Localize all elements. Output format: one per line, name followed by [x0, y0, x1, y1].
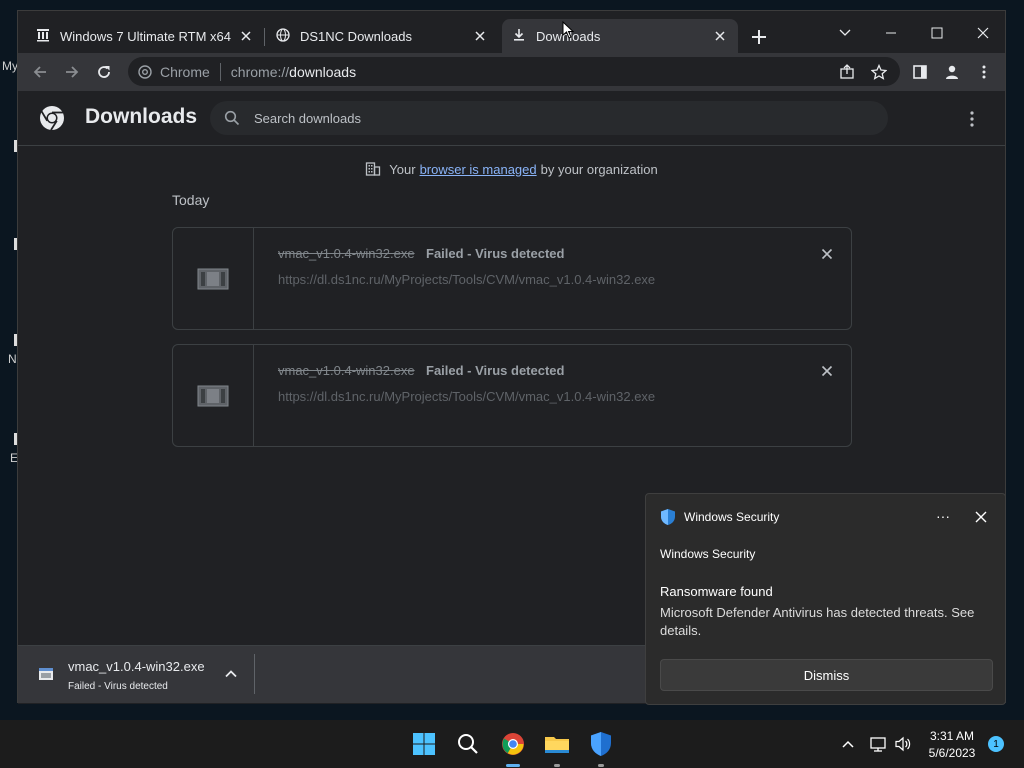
- remove-download-icon[interactable]: [819, 246, 835, 262]
- chrome-icon: [138, 64, 152, 79]
- notification-badge[interactable]: 1: [988, 736, 1004, 752]
- remove-download-icon[interactable]: [819, 363, 835, 379]
- search-downloads-box[interactable]: [210, 101, 888, 135]
- file-explorer-icon[interactable]: [542, 729, 572, 759]
- download-status: Failed - Virus detected: [426, 246, 565, 261]
- chevron-up-icon[interactable]: [223, 666, 239, 682]
- side-panel-icon[interactable]: [910, 62, 930, 82]
- explorer-running-indicator: [554, 764, 560, 767]
- tab-close-icon[interactable]: [472, 28, 488, 44]
- chrome-menu-icon[interactable]: [974, 62, 994, 82]
- shield-icon: [660, 508, 676, 526]
- managed-prefix: Your: [389, 161, 416, 177]
- clock-date: 5/6/2023: [928, 746, 976, 760]
- tab-downloads[interactable]: Downloads: [502, 19, 738, 53]
- desktop-icon-label: My: [2, 59, 18, 73]
- close-window-button[interactable]: [971, 21, 995, 45]
- tab-close-icon[interactable]: [238, 28, 254, 44]
- download-icon: [512, 28, 526, 45]
- chrome-taskbar-icon[interactable]: [498, 729, 528, 759]
- taskbar-clock[interactable]: 3:31 AM 5/6/2023: [922, 728, 982, 762]
- tab-title: DS1NC Downloads: [300, 28, 412, 44]
- tab-title: Windows 7 Ultimate RTM x64 : M: [60, 28, 232, 44]
- windows-security-toast: Windows Security ··· Windows Security Ra…: [645, 493, 1006, 705]
- mouse-cursor-icon: [562, 20, 575, 39]
- executable-file-icon: [38, 666, 54, 682]
- chrome-running-indicator: [506, 764, 520, 767]
- tab-divider: [264, 28, 265, 46]
- building-icon: [366, 162, 381, 176]
- shelf-filename[interactable]: vmac_v1.0.4-win32.exe: [68, 659, 205, 674]
- download-item: vmac_v1.0.4-win32.exe Failed - Virus det…: [172, 227, 852, 330]
- taskbar: 3:31 AM 5/6/2023 1: [0, 720, 1024, 768]
- toast-title: Ransomware found: [660, 584, 773, 599]
- taskbar-search-icon[interactable]: [453, 729, 483, 759]
- tab-ds1nc[interactable]: DS1NC Downloads: [266, 19, 498, 53]
- executable-file-icon: [197, 268, 229, 289]
- reload-button[interactable]: [94, 62, 114, 82]
- toast-header: Windows Security: [660, 547, 756, 561]
- archive-building-icon: [36, 28, 50, 45]
- site-chip-label: Chrome: [160, 63, 210, 80]
- download-filename: vmac_v1.0.4-win32.exe: [278, 246, 415, 261]
- page-title: Downloads: [85, 105, 198, 128]
- clock-time: 3:31 AM: [929, 729, 975, 743]
- search-icon: [224, 110, 240, 126]
- desktop-icon-label: N: [8, 352, 17, 366]
- start-windows-icon[interactable]: [409, 729, 439, 759]
- download-url[interactable]: https://dl.ds1nc.ru/MyProjects/Tools/CVM…: [278, 389, 655, 404]
- tab-windows7[interactable]: Windows 7 Ultimate RTM x64 : M: [26, 19, 264, 53]
- dismiss-button[interactable]: Dismiss: [660, 659, 993, 691]
- tray-overflow-chevron-icon[interactable]: [839, 735, 857, 753]
- toast-body[interactable]: Microsoft Defender Antivirus has detecte…: [660, 604, 990, 640]
- download-filename: vmac_v1.0.4-win32.exe: [278, 363, 415, 378]
- tab-search-chevron-icon[interactable]: [833, 21, 857, 45]
- download-status: Failed - Virus detected: [426, 363, 565, 378]
- shelf-status: Failed - Virus detected: [68, 681, 168, 692]
- network-icon[interactable]: [870, 735, 888, 753]
- more-actions-icon[interactable]: [962, 109, 982, 129]
- share-icon[interactable]: [838, 63, 856, 81]
- profile-avatar-icon[interactable]: [942, 62, 962, 82]
- new-tab-button[interactable]: [750, 28, 768, 46]
- security-running-indicator: [598, 764, 604, 767]
- minimize-button[interactable]: [879, 21, 903, 45]
- windows-security-taskbar-icon[interactable]: [586, 729, 616, 759]
- volume-icon[interactable]: [894, 735, 912, 753]
- toast-app-name: Windows Security: [684, 510, 780, 524]
- browser-toolbar: Chrome chrome://downloads: [18, 53, 1005, 91]
- downloads-header: Downloads: [18, 91, 1005, 146]
- executable-file-icon: [197, 385, 229, 406]
- omnibox-divider: [219, 62, 221, 81]
- address-bar[interactable]: Chrome chrome://downloads: [128, 57, 900, 86]
- file-icon-column: [173, 345, 254, 446]
- toast-close-icon[interactable]: [973, 509, 989, 525]
- managed-suffix: by your organization: [540, 161, 658, 177]
- search-input[interactable]: [252, 109, 856, 127]
- site-chip[interactable]: Chrome: [138, 64, 210, 80]
- download-item: vmac_v1.0.4-win32.exe Failed - Virus det…: [172, 344, 852, 447]
- maximize-button[interactable]: [925, 21, 949, 45]
- url-host: downloads: [289, 63, 357, 80]
- shelf-divider: [254, 654, 255, 694]
- file-icon-column: [173, 228, 254, 329]
- bookmark-star-icon[interactable]: [870, 63, 888, 81]
- section-date-label: Today: [172, 192, 210, 208]
- globe-icon: [276, 27, 290, 45]
- tab-close-icon[interactable]: [712, 28, 728, 44]
- toast-more-button[interactable]: ···: [933, 508, 953, 526]
- url-scheme: chrome://: [230, 63, 290, 80]
- download-url[interactable]: https://dl.ds1nc.ru/MyProjects/Tools/CVM…: [278, 272, 655, 287]
- forward-button[interactable]: [62, 62, 82, 82]
- managed-link[interactable]: browser is managed: [420, 162, 537, 177]
- managed-notice: Your browser is managed by your organiza…: [18, 161, 1005, 177]
- back-button[interactable]: [30, 62, 50, 82]
- chrome-logo-icon: [39, 105, 65, 131]
